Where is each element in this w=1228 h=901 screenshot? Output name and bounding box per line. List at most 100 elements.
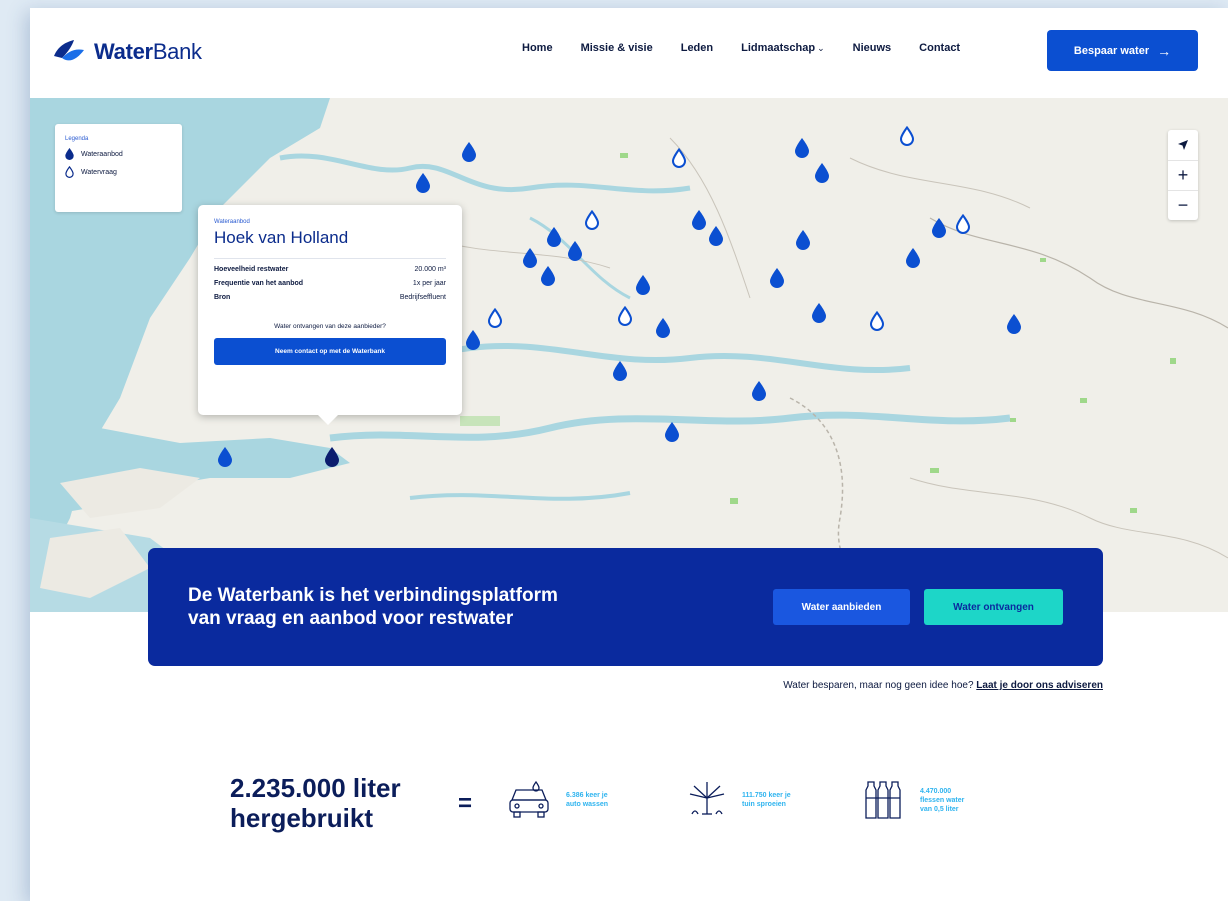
plus-icon: + (1177, 165, 1189, 185)
nav-contact[interactable]: Contact (919, 42, 960, 54)
watervraag-marker[interactable] (618, 306, 632, 326)
filled-drop-icon (65, 148, 74, 160)
map[interactable]: Legenda Wateraanbod Watervraag Wateraanb… (30, 98, 1228, 612)
popup-row-value: Bedrijfseffluent (399, 294, 446, 301)
nav-missie-visie[interactable]: Missie & visie (581, 42, 653, 54)
bottles-icon (865, 781, 901, 819)
wateraanbod-marker[interactable] (812, 303, 826, 323)
stat-car-wash: 6.386 keer je auto wassen (506, 778, 646, 822)
water-ontvangen-button[interactable]: Water ontvangen (924, 589, 1063, 625)
wateraanbod-marker[interactable] (523, 248, 537, 268)
contact-waterbank-button[interactable]: Neem contact op met de Waterbank (214, 338, 446, 365)
popup-row-key: Frequentie van het aanbod (214, 280, 304, 287)
wateraanbod-marker[interactable] (665, 422, 679, 442)
logo-text-bold: Water (94, 39, 153, 64)
site-header: WaterBank Home Missie & visie Leden Lidm… (30, 8, 1228, 98)
watervraag-marker[interactable] (585, 210, 599, 230)
legend-label-watervraag: Watervraag (81, 168, 117, 176)
wateraanbod-marker[interactable] (932, 218, 946, 238)
stat-line: 4.470.000 (920, 787, 952, 795)
popup-row: Bron Bedrijfseffluent (214, 294, 446, 301)
nav-leden[interactable]: Leden (681, 42, 713, 54)
banner-line-2: van vraag en aanbod voor restwater (188, 608, 514, 629)
watervraag-marker[interactable] (672, 148, 686, 168)
popup-row-value: 20.000 m³ (414, 266, 446, 273)
stat-sprinkler-text: 111.750 keer je tuin sproeien (742, 791, 822, 809)
map-legend: Legenda Wateraanbod Watervraag (55, 124, 182, 212)
locate-button[interactable] (1168, 130, 1198, 160)
legend-item-wateraanbod: Wateraanbod (65, 148, 172, 160)
popup-row-value: 1x per jaar (412, 280, 446, 287)
nav-home[interactable]: Home (522, 42, 553, 54)
stat-line: auto wassen (566, 801, 609, 808)
wateraanbod-marker[interactable] (462, 142, 476, 162)
legend-title: Legenda (65, 136, 89, 142)
nav-nieuws[interactable]: Nieuws (853, 42, 892, 54)
wateraanbod-marker[interactable] (547, 227, 561, 247)
waterbank-logo-icon (54, 40, 84, 61)
stat-line: van 0,5 liter (920, 805, 959, 813)
wateraanbod-marker[interactable] (906, 248, 920, 268)
minus-icon: − (1177, 195, 1189, 215)
wateraanbod-marker[interactable] (795, 138, 809, 158)
advice-link[interactable]: Laat je door ons adviseren (976, 680, 1103, 691)
zoom-out-button[interactable]: − (1168, 190, 1198, 220)
wateraanbod-marker[interactable] (796, 230, 810, 250)
wateraanbod-marker[interactable] (466, 330, 480, 350)
wateraanbod-marker[interactable] (1007, 314, 1021, 334)
arrow-right-icon: → (1157, 42, 1172, 59)
advice-text: Water besparen, maar nog geen idee hoe? (783, 680, 974, 691)
stat-car-wash-text: 6.386 keer je auto wassen (566, 791, 646, 809)
wateraanbod-marker[interactable] (656, 318, 670, 338)
watervraag-marker[interactable] (956, 214, 970, 234)
location-popup: Wateraanbod Hoek van Holland Hoeveelheid… (198, 205, 462, 425)
watervraag-marker[interactable] (870, 311, 884, 331)
wateraanbod-marker[interactable] (692, 210, 706, 230)
popup-title: Hoek van Holland (214, 228, 446, 259)
car-wash-icon (509, 780, 549, 818)
stat-line: 111.750 keer je (742, 792, 791, 799)
legend-label-wateraanbod: Wateraanbod (81, 150, 123, 158)
main-nav: Home Missie & visie Leden Lidmaatschap ⌄ … (522, 42, 988, 54)
wateraanbod-marker[interactable] (325, 447, 339, 467)
stat-line: flessen water (920, 796, 965, 804)
wateraanbod-marker[interactable] (416, 173, 430, 193)
popup-row-key: Bron (214, 294, 231, 301)
nav-lidmaatschap-label: Lidmaatschap (741, 42, 816, 54)
map-controls: + − (1168, 130, 1198, 220)
wateraanbod-marker[interactable] (613, 361, 627, 381)
reused-amount: 2.235.000 liter (230, 773, 401, 803)
wateraanbod-marker[interactable] (636, 275, 650, 295)
location-arrow-icon (1178, 140, 1188, 150)
stat-bottles: 4.470.000 flessen water van 0,5 liter (862, 778, 1000, 822)
wateraanbod-marker[interactable] (815, 163, 829, 183)
wateraanbod-marker[interactable] (752, 381, 766, 401)
wateraanbod-marker[interactable] (541, 266, 555, 286)
wateraanbod-marker[interactable] (770, 268, 784, 288)
outline-drop-icon (65, 166, 74, 178)
legend-item-watervraag: Watervraag (65, 166, 172, 178)
reused-total: 2.235.000 liter hergebruikt (230, 773, 401, 833)
browser-page: WaterBank Home Missie & visie Leden Lidm… (30, 8, 1228, 901)
wateraanbod-marker[interactable] (218, 447, 232, 467)
popup-row: Hoeveelheid restwater 20.000 m³ (214, 266, 446, 273)
stat-line: tuin sproeien (742, 801, 786, 808)
logo-text-light: Bank (152, 39, 202, 64)
advice-line: Water besparen, maar nog geen idee hoe? … (783, 680, 1103, 691)
water-aanbieden-button[interactable]: Water aanbieden (773, 589, 910, 625)
sprinkler-icon (689, 782, 725, 815)
nav-lidmaatschap[interactable]: Lidmaatschap ⌄ (741, 42, 825, 54)
stat-line: 6.386 keer je (566, 792, 608, 799)
bespaar-water-button[interactable]: Bespaar water → (1047, 30, 1198, 71)
bespaar-water-label: Bespaar water (1073, 44, 1150, 57)
watervraag-marker[interactable] (488, 308, 502, 328)
watervraag-marker[interactable] (900, 126, 914, 146)
logo[interactable]: WaterBank (52, 38, 202, 66)
popup-row-key: Hoeveelheid restwater (214, 266, 289, 273)
popup-row: Frequentie van het aanbod 1x per jaar (214, 280, 446, 287)
zoom-in-button[interactable]: + (1168, 160, 1198, 190)
banner-headline: De Waterbank is het verbindingsplatform … (188, 584, 558, 630)
stat-bottles-text: 4.470.000 flessen water van 0,5 liter (920, 787, 1000, 814)
wateraanbod-marker[interactable] (568, 241, 582, 261)
wateraanbod-marker[interactable] (709, 226, 723, 246)
